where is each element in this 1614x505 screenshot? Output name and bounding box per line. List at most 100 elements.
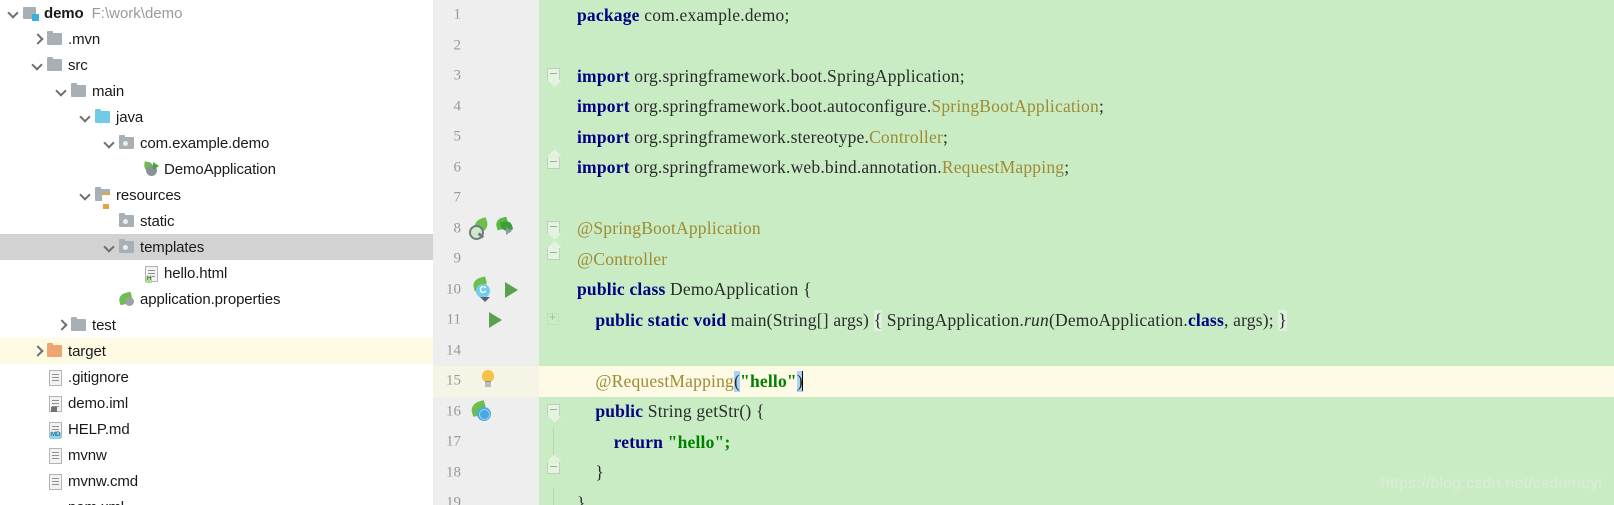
tree-item-hello.html[interactable]: hello.html <box>0 260 433 286</box>
code-line[interactable]: 10 C public class DemoApplication { <box>433 274 1614 306</box>
spring-search-icon[interactable] <box>469 216 491 240</box>
line-gutter[interactable]: 5 <box>433 122 539 153</box>
tree-item-help.md[interactable]: HELP.md <box>0 416 433 442</box>
spring-web-mapping-icon[interactable] <box>469 399 493 422</box>
fold-column[interactable] <box>539 122 567 153</box>
fold-region-start-icon[interactable] <box>547 220 560 233</box>
fold-column[interactable] <box>539 0 567 31</box>
code-line[interactable]: 14 <box>433 335 1614 367</box>
code-line[interactable]: 2 <box>433 30 1614 62</box>
chevron-down-icon[interactable] <box>30 57 46 73</box>
tree-item-demo[interactable]: demo F:\work\demo <box>0 0 433 26</box>
chevron-down-icon[interactable] <box>78 187 94 203</box>
intention-bulb-icon[interactable] <box>480 370 496 390</box>
code-line[interactable]: 7 <box>433 183 1614 214</box>
tree-item-main[interactable]: main <box>0 78 433 104</box>
fold-column[interactable] <box>539 275 567 306</box>
code-line[interactable]: 9 @Controller <box>433 244 1614 275</box>
fold-column[interactable] <box>539 427 567 458</box>
fold-column[interactable] <box>539 458 567 489</box>
fold-column[interactable] <box>539 183 567 214</box>
line-gutter[interactable]: 10 C <box>433 274 539 305</box>
fold-region-start-icon[interactable] <box>547 68 560 80</box>
line-gutter[interactable]: 15 <box>433 366 539 397</box>
code-line[interactable]: 16 public String getStr() { <box>433 396 1614 428</box>
code-line[interactable]: 4 import org.springframework.boot.autoco… <box>433 91 1614 123</box>
tree-item-target[interactable]: target <box>0 338 433 364</box>
code-line[interactable]: 6 import org.springframework.web.bind.an… <box>433 152 1614 184</box>
tree-item-mvnw[interactable]: mvnw <box>0 442 433 468</box>
chevron-right-icon[interactable] <box>30 343 46 359</box>
fold-column[interactable] <box>539 488 567 505</box>
tree-item-templates[interactable]: templates <box>0 234 433 260</box>
fold-region-start-icon[interactable] <box>547 403 560 416</box>
line-gutter[interactable]: 2 <box>433 30 539 61</box>
project-tool-window[interactable]: demo F:\work\demo .mvn src main java com.examp… <box>0 0 433 505</box>
token-text: ; <box>1098 96 1105 117</box>
line-gutter[interactable]: 17 <box>433 427 539 458</box>
line-gutter[interactable]: 1 <box>433 0 539 31</box>
code-line[interactable]: 1 package com.example.demo; <box>433 0 1614 31</box>
line-gutter[interactable]: 16 <box>433 396 539 427</box>
tree-item-demoapplication[interactable]: DemoApplication <box>0 156 433 182</box>
tree-item-resources[interactable]: resources <box>0 182 433 208</box>
run-icon[interactable] <box>489 312 502 328</box>
tree-item-com.example.demo[interactable]: com.example.demo <box>0 130 433 156</box>
tree-item-mvnw.cmd[interactable]: mvnw.cmd <box>0 468 433 494</box>
code-line-current[interactable]: 15 @RequestMapping("hello") <box>433 366 1614 397</box>
fold-column[interactable] <box>539 153 567 184</box>
fold-region-end-icon[interactable] <box>547 248 560 260</box>
code-line[interactable]: 5 import org.springframework.stereotype.… <box>433 122 1614 153</box>
code-line[interactable]: 17 return "hello"; <box>433 427 1614 458</box>
line-gutter[interactable]: 19 <box>433 488 539 505</box>
tree-item-application.properties[interactable]: application.properties <box>0 286 433 312</box>
line-gutter[interactable]: 7 <box>433 183 539 214</box>
fold-region-end-icon[interactable] <box>547 461 560 474</box>
code-line[interactable]: 8 @SpringBootApplication <box>433 213 1614 245</box>
line-gutter[interactable]: 18 <box>433 457 539 488</box>
line-gutter[interactable]: 6 <box>433 152 539 183</box>
fold-region-end-icon[interactable] <box>547 156 560 169</box>
tree-item-java[interactable]: java <box>0 104 433 130</box>
line-gutter[interactable]: 4 <box>433 91 539 122</box>
tree-item-pom.xml[interactable]: m pom.xml <box>0 494 433 505</box>
chevron-down-icon[interactable] <box>6 5 22 21</box>
fold-column[interactable] <box>539 31 567 62</box>
fold-expand-icon[interactable] <box>547 310 559 325</box>
fold-column[interactable] <box>539 397 567 428</box>
chevron-right-icon[interactable] <box>54 317 70 333</box>
chevron-down-icon[interactable] <box>102 239 118 255</box>
chevron-right-icon[interactable] <box>30 31 46 47</box>
tree-item-.gitignore[interactable]: .gitignore <box>0 364 433 390</box>
fold-column[interactable] <box>539 214 567 245</box>
line-gutter[interactable]: 14 <box>433 335 539 366</box>
tree-item-test[interactable]: test <box>0 312 433 338</box>
token-keyword: public <box>595 309 644 330</box>
fold-column[interactable] <box>539 366 567 397</box>
code-line[interactable]: 11 public static void main(String[] args… <box>433 305 1614 336</box>
tree-item-static[interactable]: static <box>0 208 433 234</box>
line-gutter[interactable]: 9 <box>433 244 539 275</box>
fold-column[interactable] <box>539 61 567 92</box>
code-editor[interactable]: 1 package com.example.demo; 2 3 import o… <box>433 0 1614 505</box>
fold-column[interactable] <box>539 336 567 367</box>
line-gutter[interactable]: 8 <box>433 213 539 244</box>
fold-region-line <box>553 427 554 458</box>
fold-column[interactable] <box>539 92 567 123</box>
tree-item-demo.iml[interactable]: demo.iml <box>0 390 433 416</box>
line-gutter[interactable]: 3 <box>433 61 539 92</box>
fold-column[interactable] <box>539 244 567 275</box>
spring-bean-class-icon[interactable]: C <box>471 275 495 302</box>
tree-item-.mvn[interactable]: .mvn <box>0 26 433 52</box>
token-string: "hello"; <box>663 431 731 452</box>
line-gutter[interactable]: 11 <box>433 305 539 336</box>
spring-beans-icon[interactable] <box>494 216 516 236</box>
chevron-down-icon[interactable] <box>78 109 94 125</box>
run-icon[interactable] <box>505 281 518 298</box>
tree-item-src[interactable]: src <box>0 52 433 78</box>
chevron-down-icon[interactable] <box>54 83 70 99</box>
chevron-down-icon[interactable] <box>102 135 118 151</box>
fold-column[interactable] <box>539 305 567 336</box>
code-line[interactable]: 3 import org.springframework.boot.Spring… <box>433 61 1614 92</box>
